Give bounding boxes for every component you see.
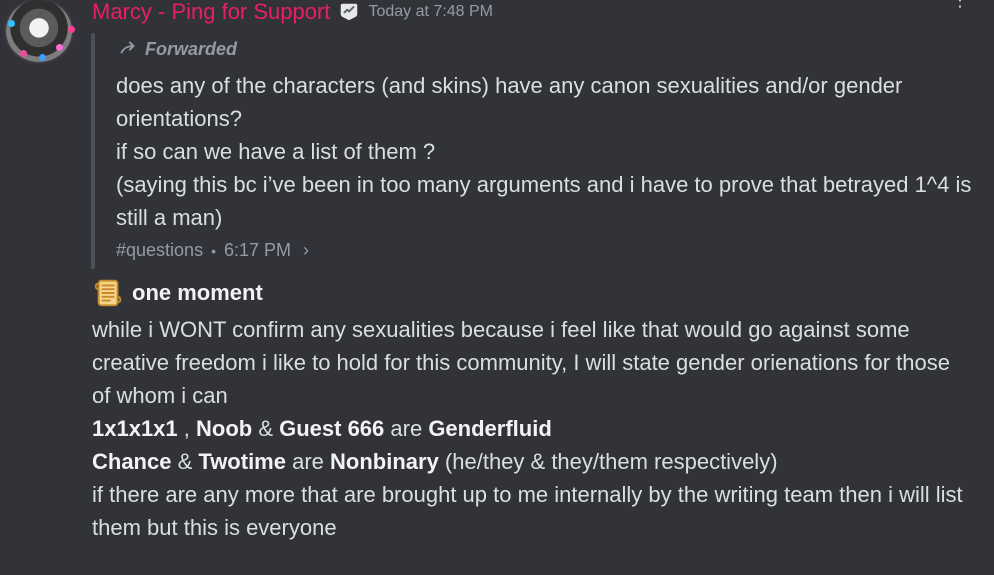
forwarded-time[interactable]: 6:17 PM <box>224 240 291 261</box>
reply-paragraph: while i WONT confirm any sexualities bec… <box>92 317 950 408</box>
forwarded-line: (saying this bc i’ve been in too many ar… <box>116 172 972 230</box>
avatar-decoration-dot <box>8 20 15 27</box>
text-amp: & <box>252 416 280 441</box>
forwarded-label: Forwarded <box>117 36 237 63</box>
forwarded-line: does any of the characters (and skins) h… <box>116 73 903 131</box>
text-amp: & <box>171 449 199 474</box>
username[interactable]: Marcy - Ping for Support <box>92 0 330 26</box>
meta-separator: • <box>211 242 216 259</box>
reply-line-genderfluid: 1x1x1x1 , Noob & Guest 666 are Genderflu… <box>92 412 972 445</box>
label-genderfluid: Genderfluid <box>428 416 552 441</box>
reply-content: one moment while i WONT confirm any sexu… <box>92 273 972 544</box>
avatar-decoration-dot <box>39 54 46 61</box>
forwarded-line: if so can we have a list of them ? <box>116 139 436 164</box>
subheading-text: one moment <box>132 280 263 305</box>
label-nonbinary: Nonbinary <box>330 449 439 474</box>
badge-icon[interactable] <box>338 1 360 23</box>
forward-quote-bar <box>91 33 95 269</box>
avatar-decoration-dot <box>56 44 63 51</box>
name-1x1x1x1: 1x1x1x1 <box>92 416 178 441</box>
reply-body: while i WONT confirm any sexualities bec… <box>92 313 972 544</box>
scroll-icon <box>92 276 126 310</box>
name-twotime: Twotime <box>198 449 286 474</box>
pronouns-text: (he/they & they/them respectively) <box>438 449 778 474</box>
channel-link[interactable]: #questions <box>116 240 203 261</box>
name-chance: Chance <box>92 449 172 474</box>
more-dots-icon[interactable]: ⋮ <box>951 0 969 10</box>
chevron-right-icon[interactable]: › <box>299 240 309 261</box>
name-noob: Noob <box>196 416 253 441</box>
subheading-row: one moment <box>92 273 972 313</box>
avatar[interactable] <box>6 0 75 62</box>
avatar-decoration-dot <box>68 26 75 33</box>
name-guest-666: Guest 666 <box>279 416 385 441</box>
forwarded-message-body: does any of the characters (and skins) h… <box>116 69 976 234</box>
message-timestamp[interactable]: Today at 7:48 PM <box>368 0 493 26</box>
reply-line-nonbinary: Chance & Twotime are Nonbinary (he/they … <box>92 445 972 478</box>
forward-arrow-icon <box>117 36 139 63</box>
forwarded-text: Forwarded <box>145 39 238 59</box>
message-header: Marcy - Ping for Support Today at 7:48 P… <box>92 0 493 26</box>
text-comma: , <box>177 416 196 441</box>
text-are: are <box>384 416 429 441</box>
text-are: are <box>285 449 331 474</box>
avatar-decoration-dot <box>20 50 27 57</box>
forwarded-meta[interactable]: #questions • 6:17 PM › <box>116 240 309 261</box>
reply-paragraph: if there are any more that are brought u… <box>92 482 963 540</box>
chat-message: Marcy - Ping for Support Today at 7:48 P… <box>0 0 994 575</box>
